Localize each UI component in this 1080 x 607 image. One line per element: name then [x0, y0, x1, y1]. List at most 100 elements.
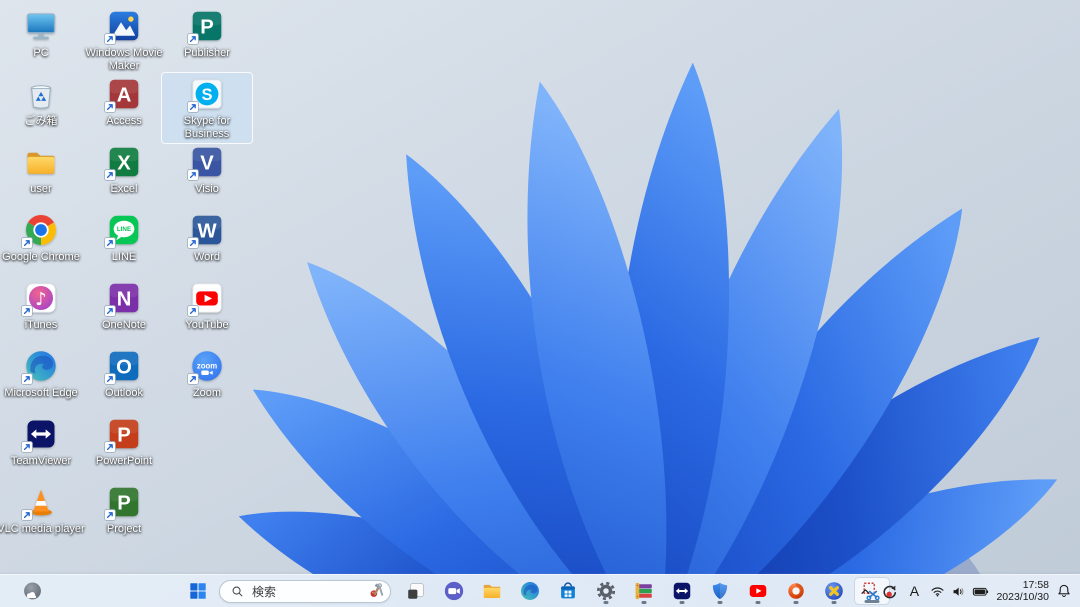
taskbar-app-edge[interactable]	[512, 577, 548, 605]
svg-text:♪: ♪	[35, 289, 47, 310]
excel-icon: X	[104, 144, 142, 181]
desktop-icon-vlc[interactable]: VLC media player	[0, 480, 87, 539]
svg-text:P: P	[117, 493, 131, 515]
desktop-icon-itunes[interactable]: ♪ iTunes	[0, 276, 87, 335]
taskbar-app-store[interactable]	[550, 577, 586, 605]
svg-text:W: W	[197, 221, 217, 243]
network-volume-battery-button[interactable]	[926, 577, 993, 605]
desktop-icon-outlook[interactable]: O Outlook	[78, 344, 170, 403]
desktop-icon-label: LINE	[111, 251, 137, 263]
desktop-icon-movie-maker[interactable]: Windows Movie Maker	[78, 4, 170, 76]
ime-mode-button[interactable]: A	[902, 577, 926, 605]
desktop-icon-onenote[interactable]: N OneNote	[78, 276, 170, 335]
shortcut-arrow-icon	[104, 169, 116, 181]
desktop-icon-project[interactable]: P Project	[78, 480, 170, 539]
svg-text:X: X	[117, 153, 131, 175]
taskbar-app-teamviewer[interactable]	[664, 577, 700, 605]
desktop-icon-label: PC	[33, 47, 49, 59]
desktop-icon-skype-business[interactable]: S Skype for Business	[161, 72, 253, 144]
clock-date: 2023/10/30	[996, 591, 1049, 603]
desktop-icon-label: Zoom	[192, 387, 222, 399]
powerpoint-icon: P	[104, 416, 142, 453]
desktop-icon-publisher[interactable]: P Publisher	[161, 4, 253, 63]
desktop-icon-chrome[interactable]: Google Chrome	[0, 208, 87, 267]
shortcut-arrow-icon	[104, 237, 116, 249]
line-icon: LINE	[104, 212, 142, 249]
visio-icon: V	[187, 144, 225, 181]
chat-icon	[443, 580, 465, 602]
desktop-icon-zoom[interactable]: zoom Zoom	[161, 344, 253, 403]
shortcut-arrow-icon	[104, 305, 116, 317]
desktop-icon-line[interactable]: LINE LINE	[78, 208, 170, 267]
desktop-icon-access[interactable]: A Access	[78, 72, 170, 131]
desktop-icon-powerpoint[interactable]: P PowerPoint	[78, 412, 170, 471]
clock[interactable]: 17:58 2023/10/30	[993, 577, 1052, 605]
taskbar-app-defender[interactable]	[702, 577, 738, 605]
office-icon	[785, 580, 807, 602]
desktop-icon-excel[interactable]: X Excel	[78, 140, 170, 199]
shortcut-arrow-icon	[21, 237, 33, 249]
vlc-icon	[21, 484, 59, 521]
svg-text:P: P	[200, 17, 214, 39]
access-icon: A	[104, 76, 142, 113]
clock-time: 17:58	[1022, 579, 1049, 591]
folder-icon	[23, 144, 59, 180]
desktop-icon-folder[interactable]: user	[0, 140, 87, 199]
outlook-icon: O	[104, 348, 142, 385]
tray-sync-status-button[interactable]	[877, 577, 902, 605]
notification-center-button[interactable]	[1052, 577, 1076, 605]
shortcut-arrow-icon	[187, 237, 199, 249]
shortcut-arrow-icon	[104, 509, 116, 521]
taskbar-app-file-explorer[interactable]	[474, 577, 510, 605]
pc-icon	[23, 8, 59, 44]
word-icon: W	[187, 212, 225, 249]
desktop-icon-label: iTunes	[24, 319, 58, 331]
desktop-icon-visio[interactable]: V Visio	[161, 140, 253, 199]
bell-icon	[1055, 582, 1073, 600]
taskbar-center-group: 検索	[180, 577, 890, 605]
taskbar-app-youtube-tb[interactable]	[740, 577, 776, 605]
shortcut-arrow-icon	[21, 441, 33, 453]
desktop-icon-label: Microsoft Edge	[4, 387, 78, 399]
system-tray: A 17:58 2023/10/30	[853, 577, 1076, 605]
search-highlight-icon	[369, 582, 387, 600]
taskbar-app-chat[interactable]	[436, 577, 472, 605]
running-indicator	[603, 601, 609, 604]
taskbar-pinned-apps	[398, 577, 890, 605]
taskbar-app-task-view[interactable]	[398, 577, 434, 605]
desktop-icon-edge[interactable]: Microsoft Edge	[0, 344, 87, 403]
search-icon	[230, 584, 245, 599]
svg-text:V: V	[200, 153, 214, 175]
search-box[interactable]: 検索	[219, 579, 391, 603]
desktop-icon-word[interactable]: W Word	[161, 208, 253, 267]
svg-text:S: S	[201, 86, 212, 104]
desktop-icon-label: Word	[193, 251, 221, 263]
taskbar-app-winrar[interactable]	[626, 577, 662, 605]
zoom-icon: zoom	[187, 348, 225, 385]
windows-start-icon	[187, 580, 209, 602]
start-button[interactable]	[180, 577, 216, 605]
taskbar-app-x-app[interactable]	[816, 577, 852, 605]
desktop-icon-label: TeamViewer	[10, 455, 72, 467]
shortcut-arrow-icon	[104, 373, 116, 385]
shortcut-arrow-icon	[187, 33, 199, 45]
svg-text:A: A	[117, 85, 132, 107]
volume-icon	[950, 583, 967, 600]
desktop-icon-pc[interactable]: PC	[0, 4, 87, 63]
sync-arrow-red-dot-icon	[880, 582, 899, 601]
tray-overflow-chevron-button[interactable]	[853, 577, 877, 605]
desktop-icon-recycle-bin[interactable]: ごみ箱	[0, 72, 87, 131]
desktop-icon-teamviewer[interactable]: TeamViewer	[0, 412, 87, 471]
settings-icon	[595, 580, 617, 602]
desktop-icon-label: Google Chrome	[2, 251, 80, 263]
winrar-icon	[633, 580, 655, 602]
youtube-icon	[187, 280, 225, 317]
desktop-icon-youtube[interactable]: YouTube	[161, 276, 253, 335]
task-view-icon	[405, 580, 427, 602]
svg-text:LINE: LINE	[117, 226, 131, 233]
taskbar-app-office[interactable]	[778, 577, 814, 605]
taskbar-app-settings[interactable]	[588, 577, 624, 605]
onenote-icon: N	[104, 280, 142, 317]
edge-icon	[21, 348, 59, 385]
widgets-weather-button[interactable]	[14, 577, 50, 605]
